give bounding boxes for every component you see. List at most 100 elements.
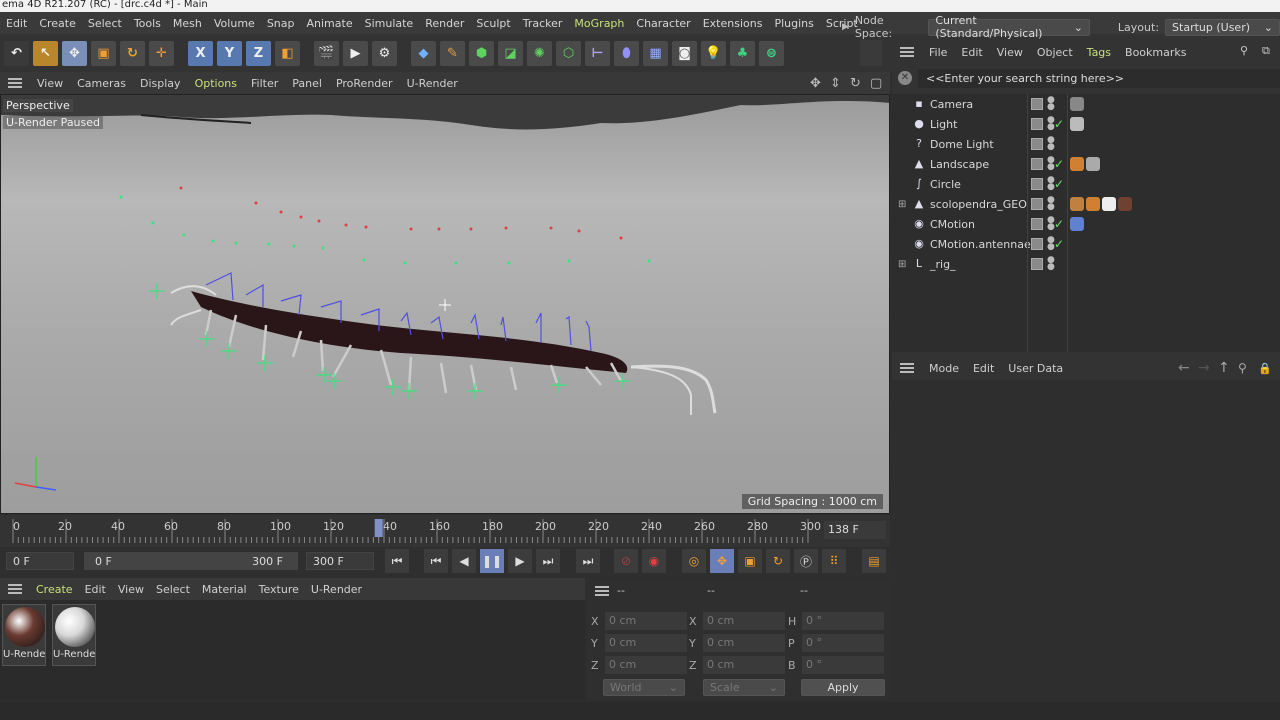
main-menu-item-extensions[interactable]: Extensions: [697, 17, 769, 30]
go-to-start-icon[interactable]: ⏮: [385, 549, 409, 573]
record-active-icon[interactable]: ⊘: [614, 549, 638, 573]
object-row[interactable]: ⊞ ▲ scolopendra_GEO ● ●: [892, 194, 1280, 214]
main-menu-item-select[interactable]: Select: [82, 17, 128, 30]
material-manager-area[interactable]: U-Rende U-Rende: [0, 600, 585, 700]
coordinate-system-icon[interactable]: ◧: [275, 40, 300, 66]
object-tag-icon[interactable]: [1070, 197, 1084, 211]
material-menu-select[interactable]: Select: [150, 583, 196, 596]
layer-swatch[interactable]: [1031, 238, 1043, 250]
layer-swatch[interactable]: [1031, 158, 1043, 170]
object-name[interactable]: Circle: [930, 178, 961, 191]
layer-swatch[interactable]: [1031, 178, 1043, 190]
object-tag-icon[interactable]: [1070, 117, 1084, 131]
up-arrow-icon[interactable]: ↑: [1218, 360, 1230, 376]
material-menu-texture[interactable]: Texture: [253, 583, 305, 596]
keyframe-selection-icon[interactable]: ◎: [682, 549, 706, 573]
x-axis-lock-icon[interactable]: X: [188, 40, 213, 66]
y-axis-lock-icon[interactable]: Y: [217, 40, 242, 66]
object-tag-icon[interactable]: [1086, 197, 1100, 211]
start-frame-field[interactable]: 0 F: [6, 552, 74, 570]
layer-swatch[interactable]: [1031, 218, 1043, 230]
pen-icon[interactable]: ✎: [440, 40, 465, 66]
cube-icon[interactable]: ◆: [411, 40, 436, 66]
main-menu-item-mograph[interactable]: MoGraph: [568, 17, 630, 30]
coordinates-menu-icon[interactable]: [595, 586, 609, 596]
attribute-menu-user-data[interactable]: User Data: [1001, 362, 1070, 375]
playhead[interactable]: [374, 519, 383, 537]
main-menu-item-mesh[interactable]: Mesh: [167, 17, 208, 30]
move-tool-icon[interactable]: ✥: [62, 40, 87, 66]
visibility-dots-icon[interactable]: ● ●: [1047, 96, 1055, 112]
coordinate-system-dropdown[interactable]: World ⌄: [603, 679, 685, 696]
3d-viewport[interactable]: Perspective U-Render Paused Grid Spacing…: [0, 94, 890, 514]
move-view-icon[interactable]: ✥: [810, 76, 821, 91]
main-menu-item-tracker[interactable]: Tracker: [517, 17, 569, 30]
object-row[interactable]: ◉ CMotion.antennae ● ● ✓: [892, 234, 1280, 254]
layer-swatch[interactable]: [1031, 118, 1043, 130]
object-menu-object[interactable]: Object: [1030, 46, 1080, 59]
object-row[interactable]: ◉ CMotion ● ● ✓: [892, 214, 1280, 234]
coordinate-field[interactable]: 0 cm: [703, 634, 785, 652]
field-icon[interactable]: ⬮: [614, 40, 639, 66]
enabled-check-icon[interactable]: ✓: [1054, 237, 1064, 251]
object-name[interactable]: CMotion: [930, 218, 975, 231]
coordinate-field[interactable]: 0 °: [802, 634, 884, 652]
apply-button[interactable]: Apply: [801, 679, 885, 696]
object-row[interactable]: ● Light ● ● ✓: [892, 114, 1280, 134]
mograph-cloner-icon[interactable]: ✺: [527, 40, 552, 66]
object-name[interactable]: CMotion.antennae: [930, 238, 1031, 251]
pan-view-icon[interactable]: ⇕: [830, 76, 841, 91]
object-menu-edit[interactable]: Edit: [954, 46, 989, 59]
main-menu-item-render[interactable]: Render: [419, 17, 470, 30]
key-rotation-icon[interactable]: ↻: [766, 549, 790, 573]
object-name[interactable]: Light: [930, 118, 957, 131]
attribute-menu-mode[interactable]: Mode: [922, 362, 966, 375]
viewport-menu-panel[interactable]: Panel: [285, 77, 329, 90]
material-swatch[interactable]: U-Rende: [52, 604, 96, 666]
key-scale-icon[interactable]: ▣: [738, 549, 762, 573]
material-menu-view[interactable]: View: [112, 583, 150, 596]
layer-swatch[interactable]: [1031, 258, 1043, 270]
material-menu-icon[interactable]: [8, 584, 22, 594]
object-name[interactable]: Landscape: [930, 158, 989, 171]
size-mode-dropdown[interactable]: Scale ⌄: [703, 679, 785, 696]
layer-swatch[interactable]: [1031, 138, 1043, 150]
lock-layout-icon[interactable]: [860, 40, 882, 66]
viewport-camera-label[interactable]: Perspective: [3, 99, 73, 112]
main-menu-item-tools[interactable]: Tools: [128, 17, 167, 30]
go-to-end-icon[interactable]: ⏭: [576, 549, 600, 573]
node-space-dropdown[interactable]: Current (Standard/Physical) ⌄: [928, 14, 1090, 40]
layer-swatch[interactable]: [1031, 98, 1043, 110]
current-frame-field[interactable]: 138 F: [824, 521, 886, 539]
rotate-view-icon[interactable]: ↻: [850, 76, 861, 91]
object-tag-icon[interactable]: [1102, 197, 1116, 211]
autokey-icon[interactable]: ◉: [642, 549, 666, 573]
viewport-menu-view[interactable]: View: [30, 77, 70, 90]
array-icon[interactable]: ◪: [498, 40, 523, 66]
object-row[interactable]: ▪ Camera ● ●: [892, 94, 1280, 114]
object-menu-icon[interactable]: [900, 47, 914, 57]
main-menu-item-character[interactable]: Character: [630, 17, 696, 30]
viewport-menu-cameras[interactable]: Cameras: [70, 77, 133, 90]
cloner-icon[interactable]: ⬡: [556, 40, 581, 66]
live-select-icon[interactable]: ✛: [149, 40, 174, 66]
previous-frame-icon[interactable]: ◀: [452, 549, 476, 573]
next-frame-icon[interactable]: ▶: [508, 549, 532, 573]
camera-icon[interactable]: ◙: [672, 40, 697, 66]
timeline-window-icon[interactable]: ▤: [862, 549, 886, 573]
deformer-icon[interactable]: ⊢: [585, 40, 610, 66]
object-tag-icon[interactable]: [1070, 217, 1084, 231]
back-arrow-icon[interactable]: ←: [1178, 360, 1190, 376]
pause-icon[interactable]: ❚❚: [480, 549, 504, 573]
light-icon[interactable]: 💡: [701, 40, 726, 66]
viewport-menu-options[interactable]: Options: [188, 77, 244, 90]
maximize-view-icon[interactable]: ▢: [870, 76, 882, 91]
main-menu-item-simulate[interactable]: Simulate: [359, 17, 420, 30]
object-tag-icon[interactable]: [1070, 97, 1084, 111]
viewport-menu-display[interactable]: Display: [133, 77, 188, 90]
viewport-menu-icon[interactable]: [8, 78, 22, 88]
main-menu-item-snap[interactable]: Snap: [261, 17, 301, 30]
enabled-check-icon[interactable]: ✓: [1054, 117, 1064, 131]
visibility-dots-icon[interactable]: ● ●: [1047, 236, 1055, 252]
visibility-dots-icon[interactable]: ● ●: [1047, 116, 1055, 132]
